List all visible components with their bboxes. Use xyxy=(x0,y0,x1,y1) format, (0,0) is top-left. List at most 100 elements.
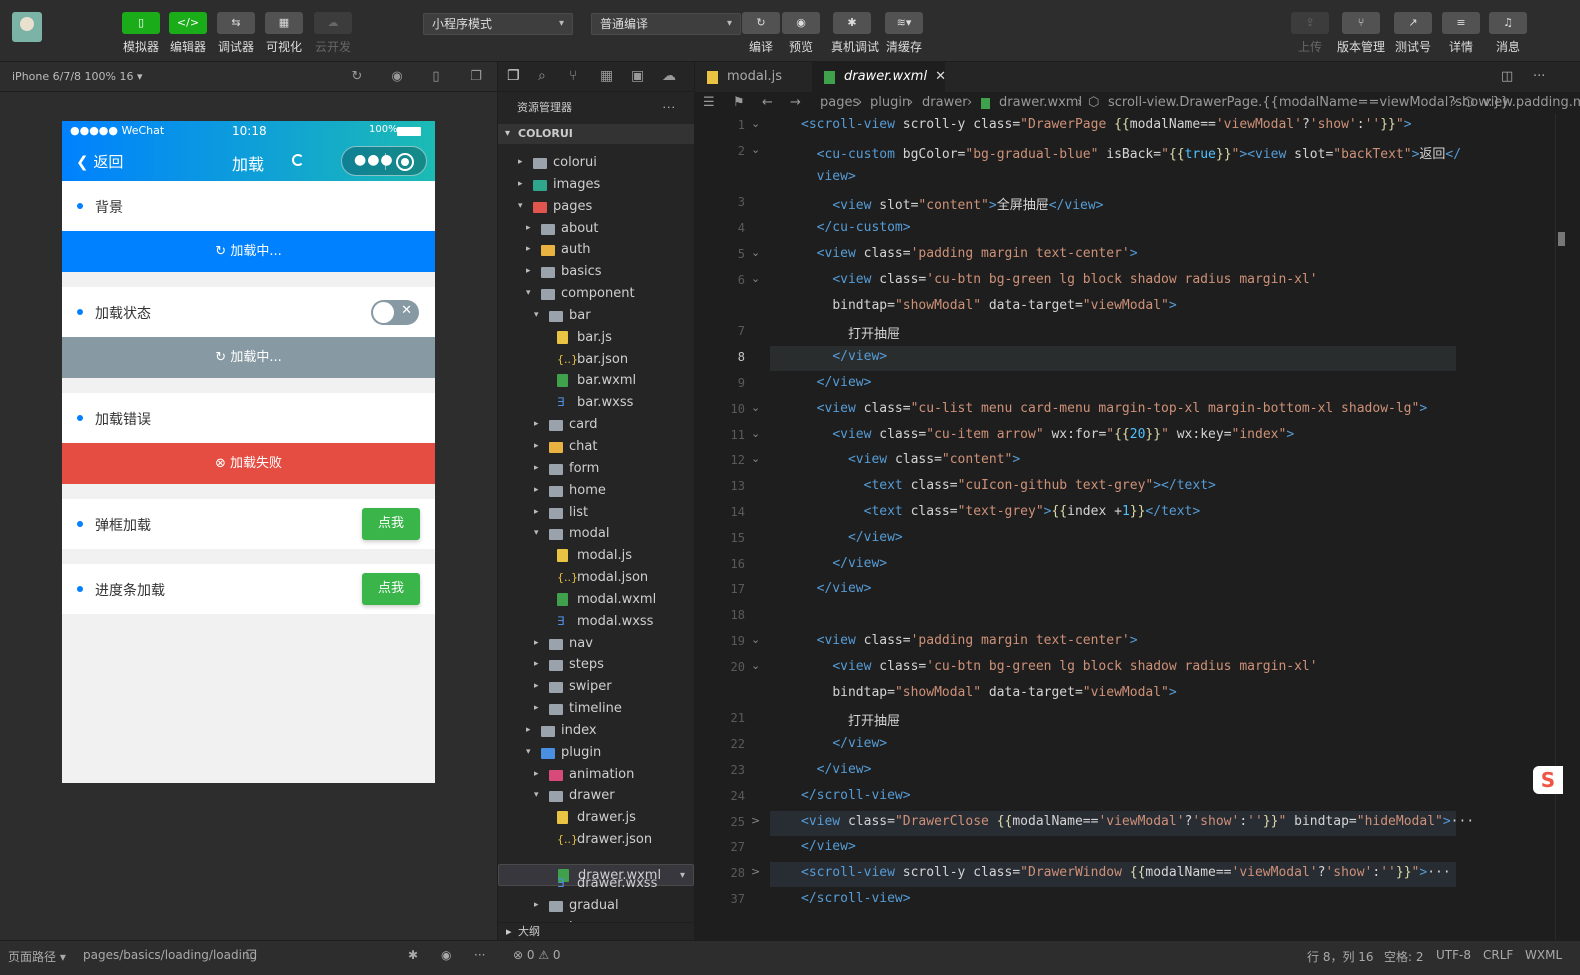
save-icon[interactable]: ▣ xyxy=(631,68,644,84)
chevron-right-icon[interactable]: ▸ xyxy=(534,654,539,676)
more-icon[interactable]: ●●● xyxy=(354,152,394,168)
remote-debug-button[interactable]: ✱ 真机调试 xyxy=(831,12,879,55)
chevron-right-icon[interactable]: ▸ xyxy=(534,676,539,698)
ime-icon[interactable]: S xyxy=(1533,766,1563,794)
tree-item-form[interactable]: ▸ form xyxy=(498,458,694,480)
code-line[interactable]: 打开抽屉 xyxy=(801,710,900,729)
cloud-icon[interactable]: ☁ xyxy=(662,68,676,84)
modal-click-button[interactable]: 点我 xyxy=(362,508,420,540)
tree-item-modal-json[interactable]: {..} modal.json xyxy=(498,567,694,589)
test-button[interactable]: ↗ 测试号 xyxy=(1387,12,1439,55)
git-icon[interactable]: ⑂ xyxy=(569,68,577,84)
rotate-icon[interactable]: ↻ xyxy=(349,69,365,85)
extensions-icon[interactable]: ▦ xyxy=(600,68,613,84)
code-line[interactable]: </scroll-view> xyxy=(801,788,911,803)
problems-indicator[interactable]: ⊗ 0 ⚠ 0 xyxy=(513,948,561,962)
debugger-button[interactable]: ⇆ 调试器 xyxy=(215,12,257,55)
window-icon[interactable]: ❐ xyxy=(468,69,484,85)
copy-icon[interactable]: ❐ xyxy=(246,948,257,962)
code-line[interactable]: view> xyxy=(801,169,856,184)
tab-drawer-wxml[interactable]: drawer.wxml ✕ xyxy=(812,62,946,92)
tree-item-images[interactable]: ▸ images xyxy=(498,174,694,196)
code-editor[interactable]: 1 ⌄ <scroll-view scroll-y class="DrawerPag… xyxy=(695,114,1580,940)
avatar[interactable] xyxy=(12,12,42,42)
fold-chevron-right-icon[interactable]: > xyxy=(751,865,760,878)
tree-item-drawer-wxss[interactable]: ∃ drawer.wxss xyxy=(498,873,694,895)
tree-item-drawer-js[interactable]: drawer.js xyxy=(498,807,694,829)
device-select[interactable]: iPhone 6/7/8 100% 16 ▾ xyxy=(12,70,143,83)
chevron-down-icon[interactable]: ▾ xyxy=(518,196,523,218)
tree-item-modal-wxss[interactable]: ∃ modal.wxss xyxy=(498,611,694,633)
simulator-button[interactable]: ▯ 模拟器 xyxy=(120,12,162,55)
tree-item-bar-js[interactable]: bar.js xyxy=(498,327,694,349)
back-button[interactable]: ❮ 返回 xyxy=(76,151,123,172)
compile-button[interactable]: ↻ 编译 xyxy=(740,12,782,55)
chevron-right-icon[interactable]: ▸ xyxy=(526,720,531,742)
chevron-down-icon[interactable]: ▾ xyxy=(526,283,531,305)
breadcrumb-item[interactable]: drawer.wxml xyxy=(999,92,1082,114)
chevron-down-icon[interactable]: ▾ xyxy=(526,742,531,764)
phone-icon[interactable]: ▯ xyxy=(428,69,444,85)
fold-chevron-down-icon[interactable]: ⌄ xyxy=(751,452,760,465)
code-line[interactable]: </view> xyxy=(801,375,872,390)
code-line[interactable]: 打开抽屉 xyxy=(801,323,900,342)
breadcrumb-item[interactable]: drawer xyxy=(922,92,968,114)
fold-chevron-down-icon[interactable]: ⌄ xyxy=(751,401,760,414)
tree-item-chat[interactable]: ▸ chat xyxy=(498,436,694,458)
code-line[interactable]: <view class='cu-btn bg-green lg block sh… xyxy=(801,272,1317,287)
code-line[interactable]: bindtap="showModal" data-target="viewMod… xyxy=(801,298,1176,313)
loading-toggle[interactable]: ✕ xyxy=(371,300,419,325)
page-path-select[interactable]: 页面路径 ▾ xyxy=(8,948,66,965)
line-ending[interactable]: CRLF xyxy=(1483,948,1513,962)
editor-button[interactable]: </> 编辑器 xyxy=(167,12,209,55)
code-line[interactable]: </view> xyxy=(801,556,887,571)
code-line[interactable]: </view> xyxy=(801,530,903,545)
tree-item-drawer-json[interactable]: {..} drawer.json xyxy=(498,829,694,851)
code-line[interactable]: <view class="cu-list menu card-menu marg… xyxy=(801,401,1428,416)
tree-item-modal-wxml[interactable]: modal.wxml xyxy=(498,589,694,611)
encoding[interactable]: UTF-8 xyxy=(1436,948,1471,962)
minimap[interactable] xyxy=(1465,114,1545,184)
tree-item-modal-js[interactable]: modal.js xyxy=(498,545,694,567)
forward-arrow-icon[interactable]: → xyxy=(790,92,801,114)
chevron-right-icon[interactable]: ▸ xyxy=(526,239,531,261)
files-icon[interactable]: ❐ xyxy=(507,68,520,84)
tree-item-bar-json[interactable]: {..} bar.json xyxy=(498,349,694,371)
code-line[interactable]: </view> xyxy=(801,736,887,751)
chevron-down-icon[interactable]: ▾ xyxy=(534,523,539,545)
tree-item-swiper[interactable]: ▸ swiper xyxy=(498,676,694,698)
code-line[interactable]: <view class="cu-item arrow" wx:for="{{20… xyxy=(801,427,1294,442)
fold-chevron-down-icon[interactable]: ⌄ xyxy=(751,143,760,156)
close-tab-icon[interactable]: ✕ xyxy=(935,69,946,84)
tree-item-component[interactable]: ▾ component xyxy=(498,283,694,305)
fold-chevron-down-icon[interactable]: ⌄ xyxy=(751,633,760,646)
chevron-right-icon[interactable]: ▸ xyxy=(534,633,539,655)
tree-item-timeline[interactable]: ▸ timeline xyxy=(498,698,694,720)
code-line[interactable]: <text class="cuIcon-github text-grey"></… xyxy=(801,478,1216,493)
chevron-right-icon[interactable]: ▸ xyxy=(518,174,523,196)
code-line[interactable]: <view slot="content">全屏抽屉</view> xyxy=(801,194,1103,213)
cloud-button[interactable]: ☁ 云开发 xyxy=(312,12,354,55)
tree-item-steps[interactable]: ▸ steps xyxy=(498,654,694,676)
chevron-right-icon[interactable]: ▸ xyxy=(526,261,531,283)
tree-item-animation[interactable]: ▸ animation xyxy=(498,764,694,786)
tree-root[interactable]: COLORUI xyxy=(498,124,694,144)
chevron-right-icon[interactable]: ▸ xyxy=(534,698,539,720)
chevron-down-icon[interactable]: ▾ xyxy=(534,305,539,327)
tree-item-home[interactable]: ▸home xyxy=(498,480,694,502)
preview-button[interactable]: ◉ 预览 xyxy=(780,12,822,55)
tree-item-list[interactable]: ▸ list xyxy=(498,502,694,524)
tree-item-bar[interactable]: ▾ bar xyxy=(498,305,694,327)
visual-button[interactable]: ▦ 可视化 xyxy=(263,12,305,55)
chevron-right-icon[interactable]: ▸ xyxy=(534,480,539,502)
fold-chevron-down-icon[interactable]: ⌄ xyxy=(751,246,760,259)
tree-item-auth[interactable]: ▸ auth xyxy=(498,239,694,261)
code-line[interactable]: <view class="content"> xyxy=(801,452,1020,467)
language-mode[interactable]: WXML xyxy=(1525,948,1562,962)
tree-item-about[interactable]: ▸ about xyxy=(498,218,694,240)
bookmark-icon[interactable]: ⚑ xyxy=(733,92,745,114)
code-line[interactable]: <view class='cu-btn bg-green lg block sh… xyxy=(801,659,1317,674)
chevron-right-icon[interactable]: ▸ xyxy=(534,414,539,436)
tree-item-drawer[interactable]: ▾ drawer xyxy=(498,785,694,807)
mode-select[interactable]: 小程序模式 xyxy=(423,13,573,35)
